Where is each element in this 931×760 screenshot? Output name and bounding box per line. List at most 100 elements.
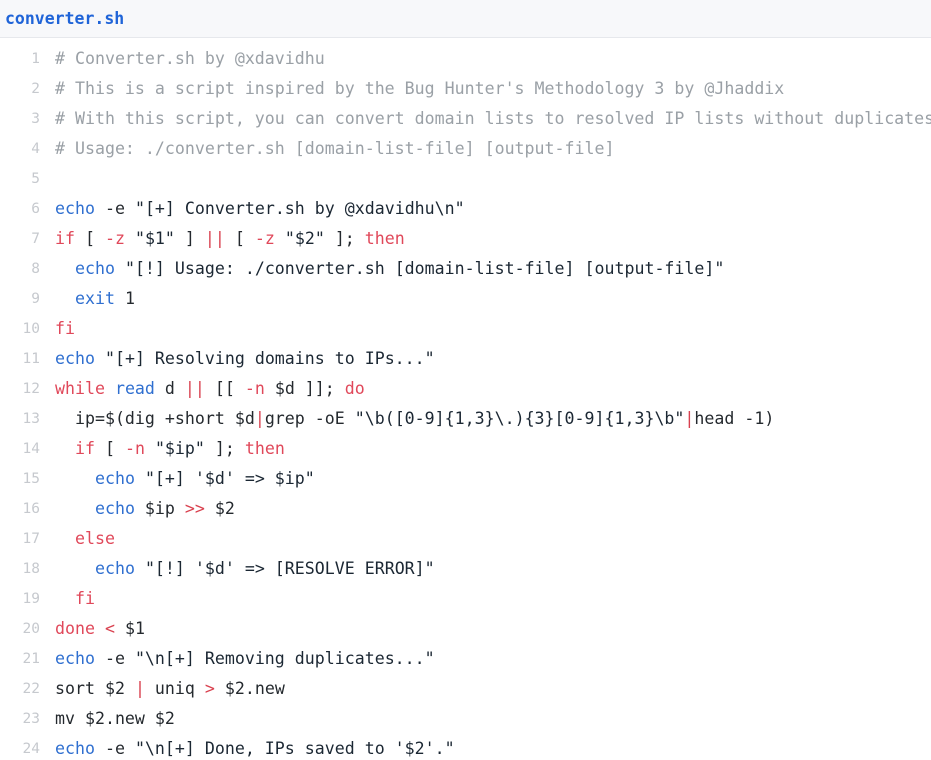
line-content[interactable]: ip=$(dig +short $d|grep -oE "\b([0-9]{1,… — [47, 404, 931, 434]
line-number[interactable]: 14 — [0, 434, 47, 464]
code-token: do — [344, 379, 365, 398]
line-number[interactable]: 7 — [0, 224, 47, 254]
code-token: | — [134, 679, 145, 698]
line-number[interactable]: 18 — [0, 554, 47, 584]
line-number[interactable]: 17 — [0, 524, 47, 554]
code-token: || — [184, 379, 205, 398]
line-number[interactable]: 22 — [0, 674, 47, 704]
line-content[interactable]: mv $2.new $2 — [47, 704, 931, 734]
line-number[interactable]: 23 — [0, 704, 47, 734]
file-name-title[interactable]: converter.sh — [5, 9, 124, 28]
line-number[interactable]: 24 — [0, 734, 47, 760]
line-content[interactable]: fi — [47, 584, 931, 614]
code-token: -e — [94, 649, 135, 668]
code-token: | — [684, 409, 695, 428]
code-line: 20 done < $1 — [0, 614, 931, 644]
line-number[interactable]: 3 — [0, 104, 47, 134]
code-token: echo — [94, 469, 135, 488]
line-number[interactable]: 1 — [0, 44, 47, 74]
line-content[interactable]: # Converter.sh by @xdavidhu — [47, 44, 931, 74]
code-token: if — [55, 229, 75, 248]
line-number[interactable]: 16 — [0, 494, 47, 524]
line-content[interactable]: echo $ip >> $2 — [47, 494, 931, 524]
code-token: echo — [94, 499, 135, 518]
file-header: converter.sh — [0, 0, 931, 38]
code-token: echo — [55, 649, 95, 668]
code-token: "\n[+] Removing duplicates..." — [134, 649, 435, 668]
code-token: $2 — [204, 499, 235, 518]
code-token: # Converter.sh by @xdavidhu — [55, 49, 325, 68]
code-token: -e — [94, 739, 135, 758]
code-token: || — [204, 229, 225, 248]
code-token: fi — [55, 319, 75, 338]
line-content[interactable]: echo "[+] Resolving domains to IPs..." — [47, 344, 931, 374]
code-token: "[+] '$d' => $ip" — [144, 469, 315, 488]
line-content[interactable]: # Usage: ./converter.sh [domain-list-fil… — [47, 134, 931, 164]
line-number[interactable]: 19 — [0, 584, 47, 614]
code-token: [[ — [204, 379, 245, 398]
line-content[interactable]: else — [47, 524, 931, 554]
code-token: then — [244, 439, 285, 458]
code-token: | — [254, 409, 265, 428]
code-line: 21 echo -e "\n[+] Removing duplicates..." — [0, 644, 931, 674]
line-number[interactable]: 6 — [0, 194, 47, 224]
line-content[interactable]: # This is a script inspired by the Bug H… — [47, 74, 931, 104]
line-content[interactable]: exit 1 — [47, 284, 931, 314]
line-number[interactable]: 10 — [0, 314, 47, 344]
line-content[interactable]: if [ -z "$1" ] || [ -z "$2" ]; then — [47, 224, 931, 254]
line-content[interactable]: echo "[+] '$d' => $ip" — [47, 464, 931, 494]
code-token: # This is a script inspired by the Bug H… — [55, 79, 785, 98]
line-number[interactable]: 11 — [0, 344, 47, 374]
code-token: "\b([0-9]{1,3}\.){3}[0-9]{1,3}\b" — [354, 409, 685, 428]
code-token: grep -oE — [264, 409, 355, 428]
line-content[interactable]: echo "[!] Usage: ./converter.sh [domain-… — [47, 254, 931, 284]
code-token: then — [364, 229, 405, 248]
code-token: ]; — [204, 439, 245, 458]
line-number[interactable]: 5 — [0, 164, 47, 194]
code-lines-body: 1 # Converter.sh by @xdavidhu 2 # This is a… — [0, 44, 931, 760]
line-content[interactable]: if [ -n "$ip" ]; then — [47, 434, 931, 464]
code-token: echo — [94, 559, 135, 578]
line-number[interactable]: 2 — [0, 74, 47, 104]
code-token: done — [55, 619, 95, 638]
code-token: uniq — [144, 679, 205, 698]
line-content[interactable]: sort $2 | uniq > $2.new — [47, 674, 931, 704]
line-content[interactable] — [47, 164, 931, 194]
line-number[interactable]: 20 — [0, 614, 47, 644]
code-line: 23 mv $2.new $2 — [0, 704, 931, 734]
code-token: exit — [74, 289, 115, 308]
line-number[interactable]: 15 — [0, 464, 47, 494]
line-number[interactable]: 21 — [0, 644, 47, 674]
code-line: 12 while read d || [[ -n $d ]]; do — [0, 374, 931, 404]
code-token: else — [74, 529, 115, 548]
code-content-area[interactable]: 1 # Converter.sh by @xdavidhu 2 # This is a… — [0, 38, 931, 760]
code-token: fi — [74, 589, 95, 608]
code-token: # With this script, you can convert doma… — [55, 109, 931, 128]
line-number[interactable]: 8 — [0, 254, 47, 284]
code-token: ] — [174, 229, 205, 248]
code-line: 9 exit 1 — [0, 284, 931, 314]
code-token: < — [104, 619, 115, 638]
line-content[interactable]: done < $1 — [47, 614, 931, 644]
code-line: 16 echo $ip >> $2 — [0, 494, 931, 524]
line-content[interactable]: echo "[!] '$d' => [RESOLVE ERROR]" — [47, 554, 931, 584]
line-content[interactable]: echo -e "[+] Converter.sh by @xdavidhu\n… — [47, 194, 931, 224]
line-number[interactable]: 13 — [0, 404, 47, 434]
line-content[interactable]: fi — [47, 314, 931, 344]
line-content[interactable]: # With this script, you can convert doma… — [47, 104, 931, 134]
line-number[interactable]: 9 — [0, 284, 47, 314]
line-content[interactable]: echo -e "\n[+] Removing duplicates..." — [47, 644, 931, 674]
line-number[interactable]: 4 — [0, 134, 47, 164]
code-token: $2.new — [214, 679, 285, 698]
line-content[interactable]: echo -e "\n[+] Done, IPs saved to '$2'." — [47, 734, 931, 760]
line-content[interactable]: while read d || [[ -n $d ]]; do — [47, 374, 931, 404]
line-number[interactable]: 12 — [0, 374, 47, 404]
